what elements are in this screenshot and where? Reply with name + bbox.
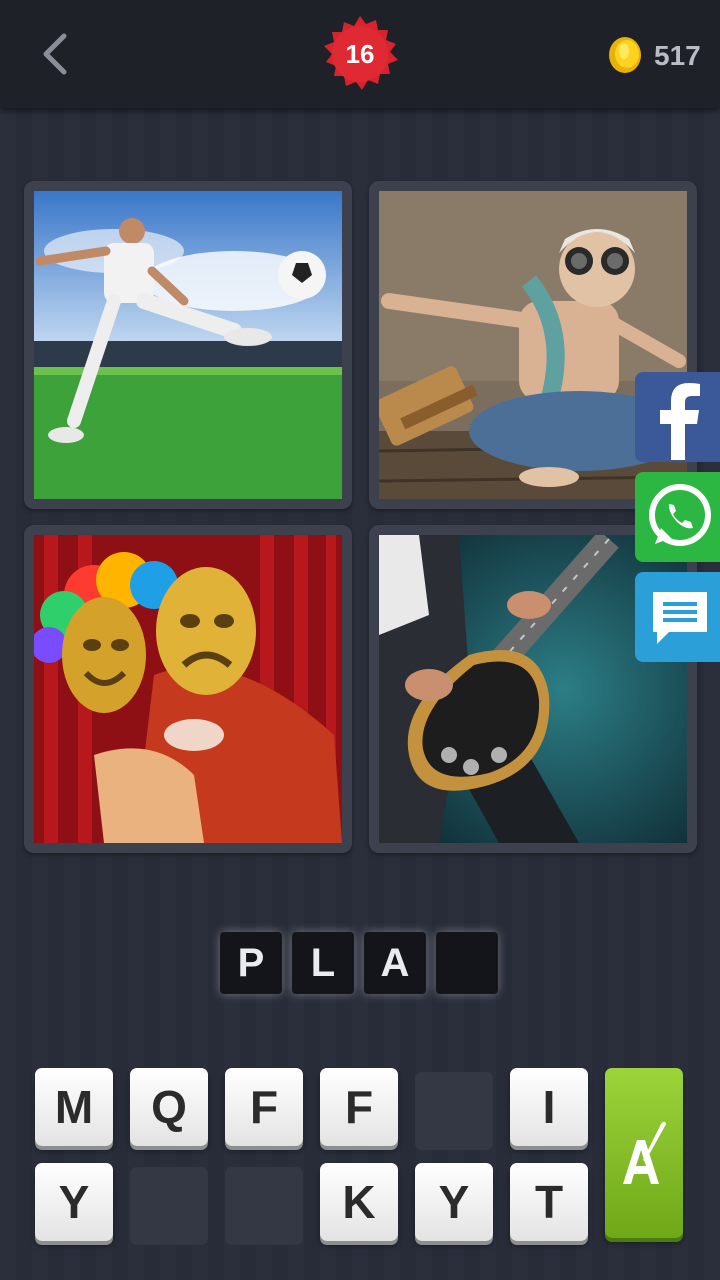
soccer-scene (34, 191, 342, 499)
back-button[interactable] (36, 30, 76, 78)
used-letter-slot (415, 1072, 493, 1150)
letter-key[interactable]: F (320, 1068, 398, 1146)
answer-slot-2[interactable]: L (292, 932, 354, 994)
puzzle-image-theater-masks[interactable] (24, 525, 352, 853)
level-number: 16 (345, 39, 375, 69)
chevron-left-icon (43, 33, 67, 75)
letter-key[interactable]: Q (130, 1068, 208, 1146)
puzzle-image-soccer[interactable] (24, 181, 352, 509)
message-share-button[interactable] (635, 572, 720, 662)
gold-coin-icon (609, 37, 641, 73)
letter-key[interactable]: T (510, 1163, 588, 1241)
whatsapp-share-button[interactable] (635, 472, 720, 562)
theater-masks-scene (34, 535, 342, 843)
used-letter-slot (130, 1167, 208, 1245)
facebook-icon (660, 383, 700, 460)
letter-key[interactable]: I (510, 1068, 588, 1146)
coin-count: 517 (654, 40, 701, 71)
letter-key[interactable]: F (225, 1068, 303, 1146)
letter-key[interactable]: Y (415, 1163, 493, 1241)
answer-slot-1[interactable]: P (220, 932, 282, 994)
used-letter-slot (225, 1167, 303, 1245)
message-icon (653, 592, 707, 644)
letter-key[interactable]: M (35, 1068, 113, 1146)
whatsapp-icon (649, 484, 711, 546)
letter-key[interactable]: Y (35, 1163, 113, 1241)
answer-slot-3[interactable]: A (364, 932, 426, 994)
level-badge: 16 (320, 14, 400, 94)
answer-slot-4[interactable] (436, 932, 498, 994)
letter-key[interactable]: K (320, 1163, 398, 1241)
hint-button[interactable] (605, 1068, 683, 1238)
top-bar: 16 517 (0, 0, 720, 108)
facebook-share-button[interactable] (635, 372, 720, 462)
paint-brush-hint-icon (623, 1121, 666, 1184)
